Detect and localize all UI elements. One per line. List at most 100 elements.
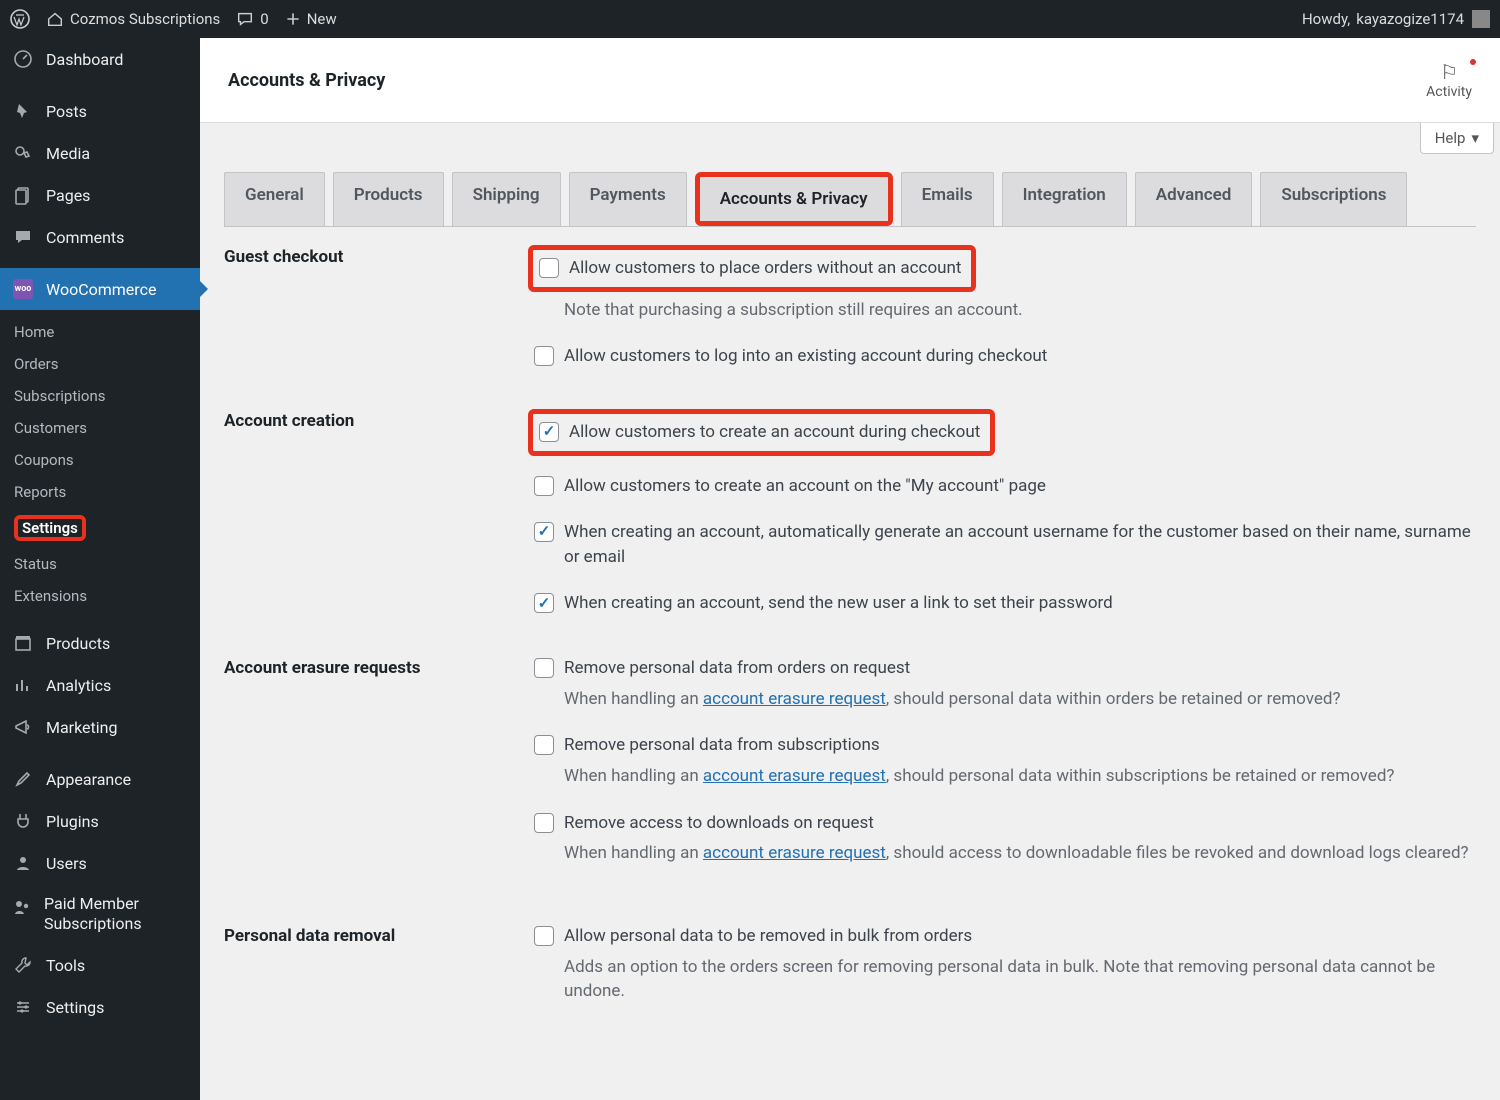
section-account-creation: Account creation Allow customers to crea… [224, 409, 1476, 620]
brush-icon [12, 768, 34, 790]
tab-advanced[interactable]: Advanced [1135, 172, 1253, 226]
sidebar-item-settings[interactable]: Settings [0, 986, 200, 1028]
subitem-subscriptions[interactable]: Subscriptions [0, 380, 200, 412]
sidebar-item-comments[interactable]: Comments [0, 216, 200, 258]
sidebar-item-pages[interactable]: Pages [0, 174, 200, 216]
section-heading: Account creation [224, 409, 504, 431]
wrench-icon [12, 954, 34, 976]
comment-icon [236, 10, 254, 28]
page-title: Accounts & Privacy [228, 70, 385, 91]
subitem-home[interactable]: Home [0, 316, 200, 348]
archive-icon [12, 632, 34, 654]
sidebar-item-dashboard[interactable]: Dashboard [0, 38, 200, 80]
chk-bulk-remove[interactable] [534, 926, 554, 946]
activity-button[interactable]: ⚐ Activity [1426, 60, 1472, 100]
pages-icon [12, 184, 34, 206]
account-link[interactable]: Howdy, kayazogize1174 [1302, 10, 1464, 28]
settings-tabs: General Products Shipping Payments Accou… [224, 172, 1476, 227]
sidebar-item-marketing[interactable]: Marketing [0, 706, 200, 748]
note-text: When handling an account erasure request… [564, 841, 1476, 866]
opt-label: When creating an account, automatically … [564, 520, 1476, 569]
admin-sidebar: Dashboard Posts Media Pages Comments woo… [0, 38, 200, 1100]
opt-label: Remove access to downloads on request [564, 811, 874, 836]
opt-label: When creating an account, send the new u… [564, 591, 1113, 616]
new-link[interactable]: New [285, 10, 337, 28]
comment-icon [12, 226, 34, 248]
tab-emails[interactable]: Emails [901, 172, 994, 226]
subitem-reports[interactable]: Reports [0, 476, 200, 508]
sidebar-item-label: Analytics [46, 676, 111, 695]
chk-login-during-checkout[interactable] [534, 346, 554, 366]
chk-generate-username[interactable] [534, 522, 554, 542]
tab-shipping[interactable]: Shipping [452, 172, 561, 226]
tab-subscriptions[interactable]: Subscriptions [1260, 172, 1407, 226]
subitem-settings[interactable]: Settings [0, 508, 200, 548]
sliders-icon [12, 996, 34, 1018]
tab-products[interactable]: Products [333, 172, 444, 226]
subitem-coupons[interactable]: Coupons [0, 444, 200, 476]
sidebar-item-appearance[interactable]: Appearance [0, 758, 200, 800]
plus-icon [285, 11, 301, 27]
chk-send-password-link[interactable] [534, 593, 554, 613]
section-heading: Personal data removal [224, 924, 504, 946]
sidebar-item-users[interactable]: Users [0, 842, 200, 884]
subitem-orders[interactable]: Orders [0, 348, 200, 380]
megaphone-icon [12, 716, 34, 738]
wordpress-icon [10, 9, 30, 29]
sidebar-item-posts[interactable]: Posts [0, 90, 200, 132]
sidebar-item-tools[interactable]: Tools [0, 944, 200, 986]
home-icon [46, 10, 64, 28]
link-erasure-request[interactable]: account erasure request [703, 843, 886, 863]
sidebar-item-woocommerce[interactable]: woo WooCommerce [0, 268, 200, 310]
note-text: Adds an option to the orders screen for … [564, 955, 1476, 1004]
chk-guest-orders[interactable] [539, 258, 559, 278]
main-content: Accounts & Privacy ⚐ Activity Help ▾ Gen… [200, 38, 1500, 1100]
chk-create-on-myaccount[interactable] [534, 476, 554, 496]
wp-logo[interactable] [10, 9, 30, 29]
sidebar-item-label: Users [46, 854, 87, 873]
sidebar-item-analytics[interactable]: Analytics [0, 664, 200, 706]
sidebar-item-label: Media [46, 144, 90, 163]
chk-remove-sub-data[interactable] [534, 735, 554, 755]
tab-general[interactable]: General [224, 172, 325, 226]
analytics-icon [12, 674, 34, 696]
chk-create-on-checkout[interactable] [539, 422, 559, 442]
plugin-icon [12, 810, 34, 832]
help-toggle[interactable]: Help ▾ [1420, 123, 1494, 154]
sidebar-item-media[interactable]: Media [0, 132, 200, 174]
subitem-extensions[interactable]: Extensions [0, 580, 200, 612]
opt-label: Remove personal data from subscriptions [564, 733, 880, 758]
help-label: Help [1435, 129, 1466, 147]
site-link[interactable]: Cozmos Subscriptions [46, 10, 220, 28]
sidebar-item-pms[interactable]: Paid Member Subscriptions [0, 884, 200, 944]
woocommerce-icon: woo [12, 278, 34, 300]
tab-accounts-privacy[interactable]: Accounts & Privacy [700, 177, 888, 221]
section-personal-removal: Personal data removal Allow personal dat… [224, 924, 1476, 1026]
flag-icon: ⚐ [1426, 60, 1472, 84]
section-heading: Account erasure requests [224, 656, 504, 678]
subitem-status[interactable]: Status [0, 548, 200, 580]
sidebar-item-label: Settings [46, 998, 104, 1017]
woocommerce-submenu: Home Orders Subscriptions Customers Coup… [0, 310, 200, 622]
sidebar-item-label: Comments [46, 228, 124, 247]
subitem-customers[interactable]: Customers [0, 412, 200, 444]
note-text: When handling an account erasure request… [564, 764, 1476, 789]
activity-label: Activity [1426, 84, 1472, 100]
highlight-tab: Accounts & Privacy [695, 172, 893, 226]
sidebar-item-label: Posts [46, 102, 87, 121]
avatar[interactable] [1472, 10, 1490, 28]
section-guest-checkout: Guest checkout Allow customers to place … [224, 245, 1476, 373]
note-text: Note that purchasing a subscription stil… [564, 298, 1476, 323]
sidebar-item-products[interactable]: Products [0, 622, 200, 664]
chk-remove-order-data[interactable] [534, 658, 554, 678]
link-erasure-request[interactable]: account erasure request [703, 689, 886, 709]
section-heading: Guest checkout [224, 245, 504, 267]
sidebar-item-plugins[interactable]: Plugins [0, 800, 200, 842]
comments-link[interactable]: 0 [236, 10, 268, 28]
section-erasure: Account erasure requests Remove personal… [224, 656, 1476, 888]
link-erasure-request[interactable]: account erasure request [703, 766, 886, 786]
tab-payments[interactable]: Payments [569, 172, 687, 226]
chk-remove-downloads[interactable] [534, 813, 554, 833]
opt-label: Allow personal data to be removed in bul… [564, 924, 972, 949]
tab-integration[interactable]: Integration [1002, 172, 1127, 226]
